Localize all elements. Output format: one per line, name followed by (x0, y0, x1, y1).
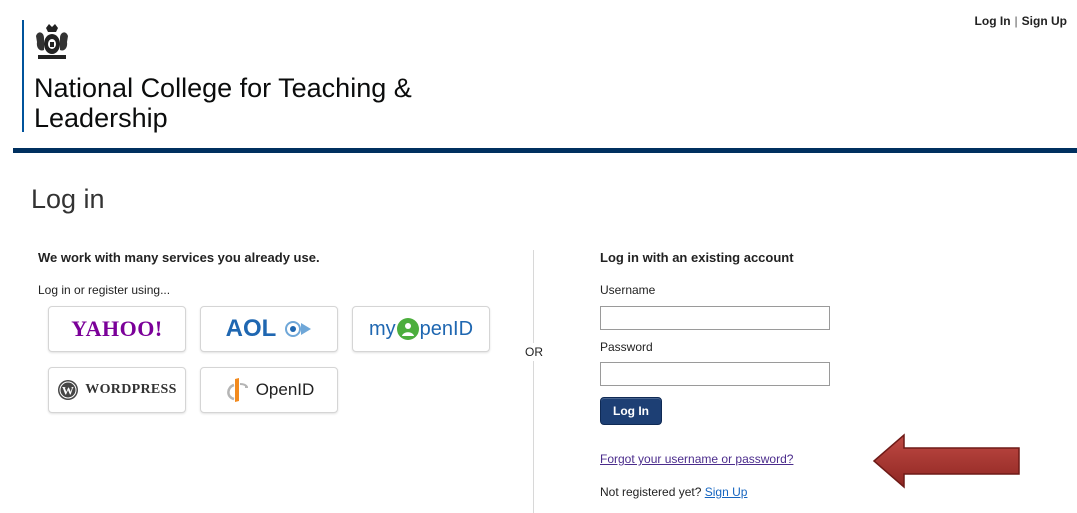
header-rule (13, 148, 1077, 153)
signup-link[interactable]: Sign Up (705, 485, 748, 499)
myopenid-label-suffix: penID (419, 317, 474, 340)
social-subheading: Log in or register using... (38, 283, 171, 297)
or-label: OR (525, 343, 543, 361)
brand-bar (22, 20, 24, 132)
login-button[interactable]: Log In (600, 397, 662, 425)
account-heading: Log in with an existing account (600, 250, 794, 265)
openid-swoosh-icon (226, 378, 248, 402)
forgot-password-link[interactable]: Forgot your username or password? (600, 452, 793, 466)
wordpress-button[interactable]: W WORDPRESS (48, 367, 186, 413)
red-arrow-pointer-icon (872, 433, 1020, 489)
openid-circle-icon (396, 318, 419, 340)
top-links: Log In | Sign Up (975, 14, 1067, 28)
royal-crest-icon (36, 24, 68, 59)
page-title: Log in (31, 184, 105, 214)
myopenid-button[interactable]: my penID (352, 306, 490, 352)
org-name: National College for Teaching & Leadersh… (34, 73, 412, 133)
openid-logo: OpenID (224, 377, 315, 403)
openid-button[interactable]: OpenID (200, 367, 338, 413)
aol-label: AOL (225, 315, 277, 342)
header-link-separator: | (1014, 14, 1018, 28)
column-divider (533, 250, 534, 513)
myopenid-label-prefix: my (368, 317, 396, 340)
aol-logo: AOL (226, 315, 313, 343)
password-label: Password (600, 340, 653, 354)
header-login-link[interactable]: Log In (975, 14, 1011, 28)
aol-triangle-icon (285, 321, 312, 337)
wordpress-w-icon: W (58, 380, 79, 400)
not-registered-text: Not registered yet? (600, 485, 702, 499)
username-field[interactable] (600, 306, 830, 330)
wordpress-label: WORDPRESS (85, 382, 177, 397)
wordpress-logo: W WORDPRESS (57, 379, 176, 401)
not-registered-line: Not registered yet? Sign Up (600, 485, 747, 499)
social-heading: We work with many services you already u… (38, 250, 320, 265)
username-label: Username (600, 283, 656, 297)
openid-label: OpenID (255, 380, 315, 399)
yahoo-button[interactable]: YAHOO! (48, 306, 186, 352)
myopenid-logo: my penID (369, 317, 473, 341)
svg-text:W: W (62, 384, 74, 398)
aol-button[interactable]: AOL (200, 306, 338, 352)
yahoo-logo: YAHOO! (71, 316, 163, 341)
password-field[interactable] (600, 362, 830, 386)
header-signup-link[interactable]: Sign Up (1022, 14, 1067, 28)
